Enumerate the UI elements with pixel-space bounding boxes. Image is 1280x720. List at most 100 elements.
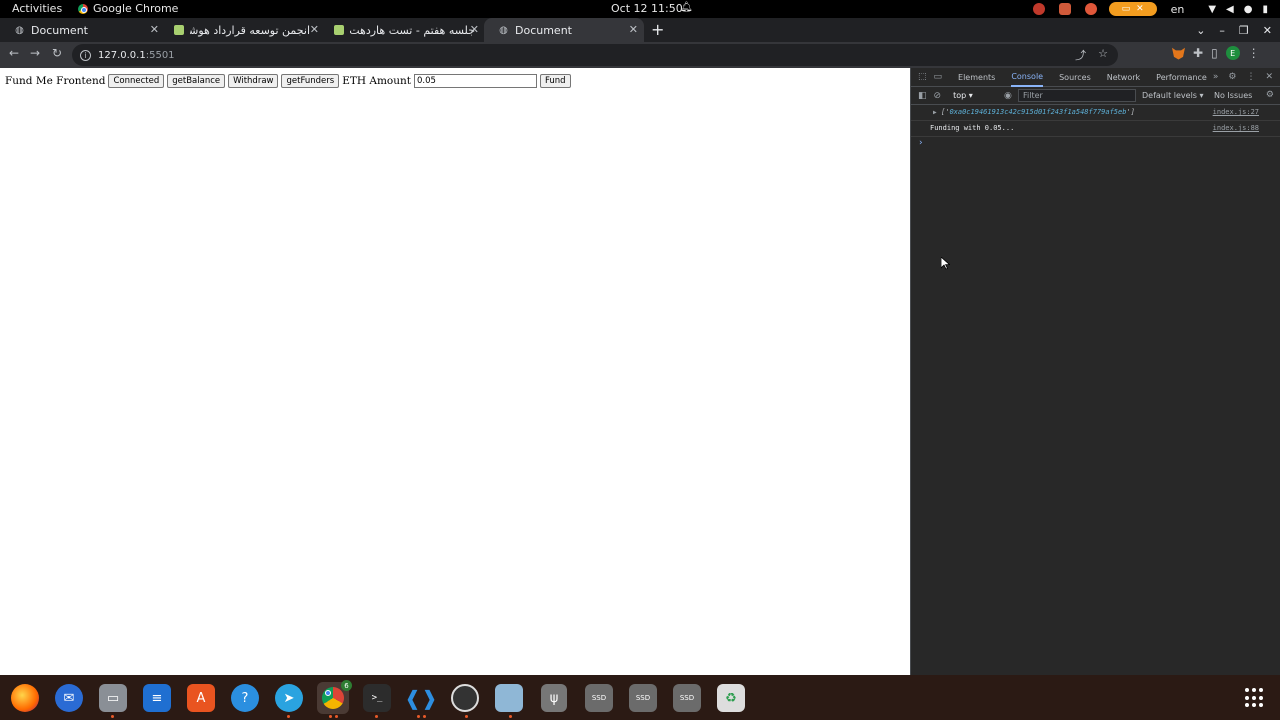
new-tab-button[interactable]: +	[651, 20, 664, 39]
console-settings-icon[interactable]: ⚙	[1266, 90, 1274, 100]
language-indicator[interactable]: en	[1171, 3, 1185, 16]
activities-button[interactable]: Activities	[12, 2, 62, 15]
close-window-icon[interactable]: ✕	[1263, 24, 1272, 37]
kebab-menu-icon[interactable]: ⋮	[1246, 72, 1255, 82]
filter-input[interactable]: Filter	[1018, 89, 1136, 102]
forward-icon[interactable]: →	[30, 46, 40, 60]
app-grid-icon[interactable]	[1245, 688, 1265, 708]
system-tray: ▭ ✕ en ▼ ◀︎ ● ▮	[1019, 0, 1280, 18]
devtools-tab-performance[interactable]: Performance	[1156, 68, 1207, 87]
terminal-icon[interactable]: >_	[363, 684, 391, 712]
system-top-bar: Activities Google Chrome Oct 12 11:50 🔔︎…	[0, 0, 1280, 18]
source-link[interactable]: index.js:88	[1213, 121, 1259, 136]
obs-icon[interactable]	[451, 684, 479, 712]
running-indicator	[509, 715, 512, 718]
tab-sheet-1[interactable]: انجمن توسعه قرارداد هوشـ ✕	[160, 18, 325, 42]
globe-icon: ◍	[15, 24, 24, 36]
telegram-icon[interactable]: ➤	[275, 684, 303, 712]
firefox-icon[interactable]	[11, 684, 39, 712]
address-bar[interactable]: i 127.0.0.1:5501 ⤴ ☆	[72, 44, 1118, 66]
inspect-icon[interactable]: ⬚	[918, 72, 927, 82]
clear-console-icon[interactable]: ⊘	[934, 91, 942, 101]
clock[interactable]: Oct 12 11:50	[611, 2, 683, 15]
connect-button[interactable]: Connected	[108, 74, 165, 88]
chrome-dock-icon[interactable]: 6	[317, 680, 352, 714]
vscode-icon[interactable]: ❰❱	[404, 684, 438, 712]
devtools-tab-console[interactable]: Console	[1011, 68, 1044, 87]
menu-icon[interactable]: ⋮	[1248, 46, 1260, 60]
app-menu[interactable]: Google Chrome	[78, 2, 178, 15]
side-panel-icon[interactable]: ▯	[1211, 46, 1218, 60]
reload-icon[interactable]: ↻	[52, 46, 62, 60]
thunderbird-icon[interactable]: ✉	[55, 684, 83, 712]
battery-icon[interactable]: ▮	[1262, 4, 1268, 15]
tab-document-active[interactable]: ◍ Document ✕	[484, 18, 644, 42]
trash-icon[interactable]: ♻	[717, 684, 745, 712]
close-tab-icon[interactable]: ✕	[629, 23, 638, 36]
wifi-icon[interactable]: ▼	[1208, 4, 1216, 15]
usb-drive-icon[interactable]: ψ	[541, 684, 567, 712]
window-controls: ⌄ – ❐ ✕	[1196, 18, 1280, 42]
tab-sheet-2[interactable]: جلسه هفتم - تست هاردهت ✕	[320, 18, 485, 42]
volume-icon[interactable]: ◀︎	[1226, 4, 1234, 15]
profile-avatar[interactable]: E	[1225, 46, 1240, 60]
devtools-tab-elements[interactable]: Elements	[958, 68, 995, 87]
settings-gear-icon[interactable]: ⚙	[1228, 72, 1236, 82]
devtools-panel: ⬚ ▭ Elements Console Sources Network Per…	[910, 68, 1280, 675]
close-tab-icon[interactable]: ✕	[470, 23, 479, 36]
close-devtools-icon[interactable]: ✕	[1265, 72, 1273, 82]
minimize-icon[interactable]: –	[1219, 24, 1225, 37]
back-icon[interactable]: ←	[9, 46, 19, 60]
console-prompt-icon[interactable]: ›	[919, 138, 923, 148]
issues-badge[interactable]: No Issues	[1214, 91, 1252, 100]
running-indicator	[329, 715, 332, 718]
devtools-tab-sources[interactable]: Sources	[1059, 68, 1091, 87]
tab-title: جلسه هفتم - تست هاردهت	[350, 23, 475, 37]
software-center-icon[interactable]: A	[187, 684, 215, 712]
log-levels-dropdown[interactable]: Default levels ▾	[1142, 91, 1204, 100]
get-balance-button[interactable]: getBalance	[167, 74, 226, 88]
get-funders-button[interactable]: getFunders	[281, 74, 340, 88]
ssd-drive-icon[interactable]: SSD	[585, 684, 613, 712]
metamask-icon[interactable]	[1172, 47, 1185, 60]
tab-search-icon[interactable]: ⌄	[1196, 24, 1205, 37]
maximize-icon[interactable]: ❐	[1239, 24, 1249, 37]
vpn-icon[interactable]	[1058, 3, 1071, 15]
share-icon[interactable]: ⤴	[1075, 47, 1086, 63]
tab-title: انجمن توسعه قرارداد هوشـ	[190, 23, 310, 37]
ssd-drive-icon[interactable]: SSD	[673, 684, 701, 712]
url-text[interactable]: 127.0.0.1:5501	[98, 50, 175, 61]
close-tab-icon[interactable]: ✕	[150, 23, 159, 36]
close-tab-icon[interactable]: ✕	[310, 23, 319, 36]
eth-amount-input[interactable]	[413, 74, 537, 88]
devtools-tab-network[interactable]: Network	[1107, 68, 1140, 87]
expand-triangle-icon[interactable]: ▶	[933, 105, 937, 120]
running-indicator	[417, 715, 420, 718]
sidebar-toggle-icon[interactable]: ◧	[918, 91, 927, 101]
device-toolbar-icon[interactable]: ▭	[934, 72, 943, 82]
help-icon[interactable]: ?	[231, 684, 259, 712]
withdraw-button[interactable]: Withdraw	[228, 74, 279, 88]
eye-icon[interactable]: ◉	[1004, 91, 1012, 101]
files-icon[interactable]: ▭	[99, 684, 127, 712]
writer-icon[interactable]: ≡	[143, 684, 171, 712]
source-link[interactable]: index.js:27	[1213, 105, 1259, 120]
devtools-tab-bar: ⬚ ▭ Elements Console Sources Network Per…	[911, 68, 1280, 87]
screen-share-indicator[interactable]: ▭ ✕	[1108, 2, 1157, 16]
bookmark-star-icon[interactable]: ☆	[1098, 47, 1108, 63]
anime-app-icon[interactable]	[495, 684, 523, 712]
tab-document-1[interactable]: ◍ Document ✕	[0, 18, 165, 42]
context-selector[interactable]: top ▾	[953, 91, 973, 100]
more-tabs-icon[interactable]: »	[1213, 72, 1219, 82]
mic-icon[interactable]: ●	[1244, 4, 1253, 15]
info-icon[interactable]: i	[80, 49, 91, 61]
sync-icon[interactable]	[1032, 3, 1045, 15]
chrome-icon	[322, 687, 344, 709]
extensions-icon[interactable]: ✚	[1193, 46, 1203, 60]
ssd-drive-icon[interactable]: SSD	[629, 684, 657, 712]
record-icon[interactable]	[1084, 3, 1097, 15]
console-line: Funding with 0.05... index.js:88	[911, 121, 1280, 137]
console-line[interactable]: ▶ ['0xa0c19461913c42c915d01f243f1a548f77…	[911, 105, 1280, 121]
screen-icon: ▭	[1121, 4, 1131, 14]
fund-button[interactable]: Fund	[539, 74, 571, 88]
